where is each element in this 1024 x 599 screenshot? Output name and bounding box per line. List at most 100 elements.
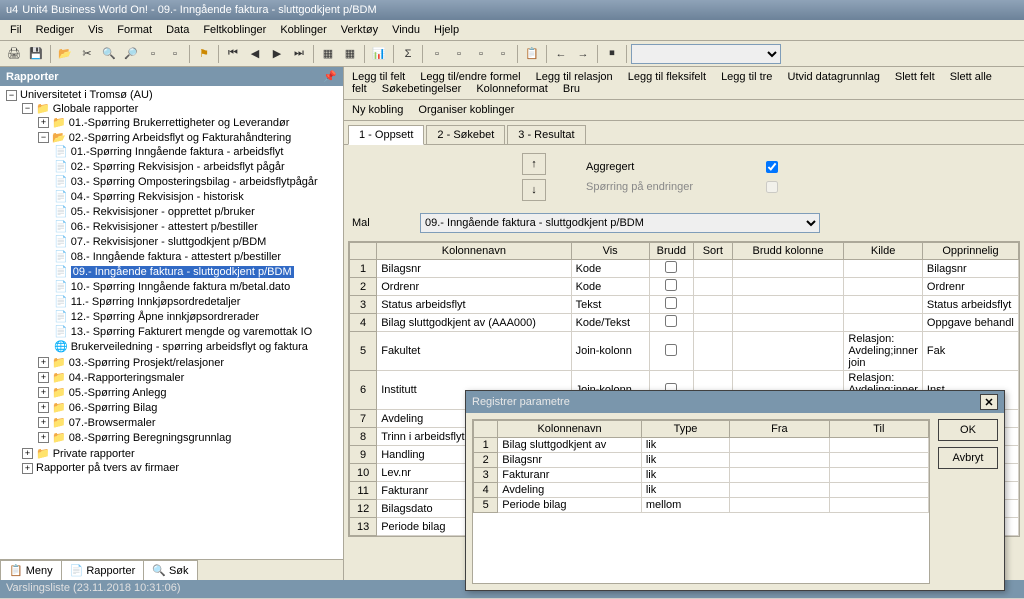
tool2-icon[interactable]: ▫ xyxy=(165,44,185,64)
cell-type[interactable]: lik xyxy=(641,438,729,453)
cell-sort[interactable] xyxy=(693,314,732,332)
cell-fra[interactable] xyxy=(730,468,829,483)
link-legg-til-fleksifelt[interactable]: Legg til fleksifelt xyxy=(628,71,706,83)
table-row[interactable]: 2 Ordrenr Kode Ordrenr xyxy=(350,278,1019,296)
link-legg-til-felt[interactable]: Legg til felt xyxy=(352,71,405,83)
tab-resultat[interactable]: 3 - Resultat xyxy=(507,125,585,144)
tree-i12[interactable]: 12.- Spørring Åpne innkjøpsordrerader xyxy=(71,311,259,323)
cell-brudd-kolonne[interactable] xyxy=(732,278,844,296)
link-legg-til-tre[interactable]: Legg til tre xyxy=(721,71,772,83)
brudd-checkbox[interactable] xyxy=(665,344,677,356)
dgrid-header-til[interactable]: Til xyxy=(829,421,928,438)
table-row[interactable]: 3 Status arbeidsflyt Tekst Status arbeid… xyxy=(350,296,1019,314)
export3-icon[interactable]: ▫ xyxy=(471,44,491,64)
cell-kolonnenavn[interactable]: Avdeling xyxy=(498,483,642,498)
pin-icon[interactable]: 📌 xyxy=(323,70,337,83)
cell-til[interactable] xyxy=(829,438,928,453)
tree-i07[interactable]: 07.- Rekvisisjoner - sluttgodkjent p/BDM xyxy=(71,236,267,248)
export-icon[interactable]: ▫ xyxy=(427,44,447,64)
brudd-checkbox[interactable] xyxy=(665,279,677,291)
cell-vis[interactable]: Kode xyxy=(571,278,649,296)
cell-brudd[interactable] xyxy=(649,278,693,296)
table-row[interactable]: 1 Bilag sluttgodkjent av lik xyxy=(474,438,929,453)
menu-verktoy[interactable]: Verktøy xyxy=(335,22,384,38)
tree-tvers[interactable]: Rapporter på tvers av firmaer xyxy=(36,462,179,474)
link-legg-til-relasjon[interactable]: Legg til relasjon xyxy=(536,71,613,83)
tree-i13[interactable]: 13.- Spørring Fakturert mengde og varemo… xyxy=(71,326,313,338)
last-icon[interactable]: ⏭ xyxy=(289,44,309,64)
tree-root[interactable]: Universitetet i Tromsø (AU) xyxy=(20,89,153,101)
flag-icon[interactable]: ⚑ xyxy=(194,44,214,64)
zoom-icon[interactable]: 🔎 xyxy=(121,44,141,64)
grid-header-kilde[interactable]: Kilde xyxy=(844,243,923,260)
cell-vis[interactable]: Join-kolonn xyxy=(571,332,649,371)
menu-format[interactable]: Format xyxy=(111,22,158,38)
cell-kolonnenavn[interactable]: Bilag sluttgodkjent av (AAA000) xyxy=(377,314,571,332)
table-row[interactable]: 4 Avdeling lik xyxy=(474,483,929,498)
expand-icon[interactable]: + xyxy=(22,448,33,459)
cell-opprinnelig[interactable]: Ordrenr xyxy=(922,278,1018,296)
table-row[interactable]: 1 Bilagsnr Kode Bilagsnr xyxy=(350,260,1019,278)
grid-header-vis[interactable]: Vis xyxy=(571,243,649,260)
cell-vis[interactable]: Kode xyxy=(571,260,649,278)
link-organiser[interactable]: Organiser koblinger xyxy=(418,104,514,116)
dgrid-header-type[interactable]: Type xyxy=(641,421,729,438)
export4-icon[interactable]: ▫ xyxy=(493,44,513,64)
cell-type[interactable]: lik xyxy=(641,468,729,483)
cell-fra[interactable] xyxy=(730,438,829,453)
tree-i09[interactable]: 09.- Inngående faktura - sluttgodkjent p… xyxy=(71,266,294,278)
expand-icon[interactable]: + xyxy=(38,357,49,368)
expand-icon[interactable]: − xyxy=(6,90,17,101)
tree-f03[interactable]: 03.-Spørring Prosjekt/relasjoner xyxy=(69,357,224,369)
cell-brudd-kolonne[interactable] xyxy=(732,314,844,332)
cell-kolonnenavn[interactable]: Ordrenr xyxy=(377,278,571,296)
mal-select[interactable]: 09.- Inngående faktura - sluttgodkjent p… xyxy=(420,213,820,233)
cell-til[interactable] xyxy=(829,453,928,468)
cut-icon[interactable]: ✂ xyxy=(77,44,97,64)
link-ny-kobling[interactable]: Ny kobling xyxy=(352,104,403,116)
link-legg-til-formel[interactable]: Legg til/endre formel xyxy=(420,71,520,83)
grid-icon[interactable]: ▦ xyxy=(318,44,338,64)
table-row[interactable]: 5 Fakultet Join-kolonn Relasjon: Avdelin… xyxy=(350,332,1019,371)
tab-rapporter[interactable]: 📄 Rapporter xyxy=(61,560,145,580)
cell-til[interactable] xyxy=(829,483,928,498)
menu-vindu[interactable]: Vindu xyxy=(386,22,426,38)
cell-brudd[interactable] xyxy=(649,314,693,332)
cell-kolonnenavn[interactable]: Bilagsnr xyxy=(377,260,571,278)
cell-brudd-kolonne[interactable] xyxy=(732,332,844,371)
expand-icon[interactable]: + xyxy=(22,463,33,474)
cell-kilde[interactable] xyxy=(844,278,923,296)
cell-kolonnenavn[interactable]: Status arbeidsflyt xyxy=(377,296,571,314)
grid-header-num[interactable] xyxy=(350,243,377,260)
table-row[interactable]: 3 Fakturanr lik xyxy=(474,468,929,483)
tree-i11[interactable]: 11.- Spørring Innkjøpsordredetaljer xyxy=(71,296,241,308)
menu-hjelp[interactable]: Hjelp xyxy=(428,22,465,38)
table-row[interactable]: 4 Bilag sluttgodkjent av (AAA000) Kode/T… xyxy=(350,314,1019,332)
grid-header-opprinnelig[interactable]: Opprinnelig xyxy=(922,243,1018,260)
link-slett-felt[interactable]: Slett felt xyxy=(895,71,935,83)
cell-kilde[interactable] xyxy=(844,314,923,332)
brudd-checkbox[interactable] xyxy=(665,297,677,309)
tab-meny[interactable]: 📋 Meny xyxy=(0,560,62,580)
tree-i01[interactable]: 01.-Spørring Inngående faktura - arbeids… xyxy=(71,146,284,158)
cell-til[interactable] xyxy=(829,468,928,483)
expand-icon[interactable]: + xyxy=(38,387,49,398)
cell-type[interactable]: lik xyxy=(641,453,729,468)
tree-f01[interactable]: 01.-Spørring Brukerrettigheter og Levera… xyxy=(69,117,290,129)
grid-header-kolonnenavn[interactable]: Kolonnenavn xyxy=(377,243,571,260)
tree-private[interactable]: Private rapporter xyxy=(53,448,135,460)
cell-fra[interactable] xyxy=(730,483,829,498)
cell-sort[interactable] xyxy=(693,332,732,371)
expand-icon[interactable]: + xyxy=(38,417,49,428)
brudd-checkbox[interactable] xyxy=(665,261,677,273)
cell-sort[interactable] xyxy=(693,296,732,314)
menu-koblinger[interactable]: Koblinger xyxy=(274,22,332,38)
cell-opprinnelig[interactable]: Oppgave behandl xyxy=(922,314,1018,332)
expand-icon[interactable]: + xyxy=(38,117,49,128)
cell-kolonnenavn[interactable]: Fakultet xyxy=(377,332,571,371)
next-icon[interactable]: ▶ xyxy=(267,44,287,64)
tree-i02[interactable]: 02.- Spørring Rekvisisjon - arbeidsflyt … xyxy=(71,161,285,173)
cell-sort[interactable] xyxy=(693,278,732,296)
tree-i05[interactable]: 05.- Rekvisisjoner - opprettet p/bruker xyxy=(71,206,255,218)
toolbar-select[interactable] xyxy=(631,44,781,64)
